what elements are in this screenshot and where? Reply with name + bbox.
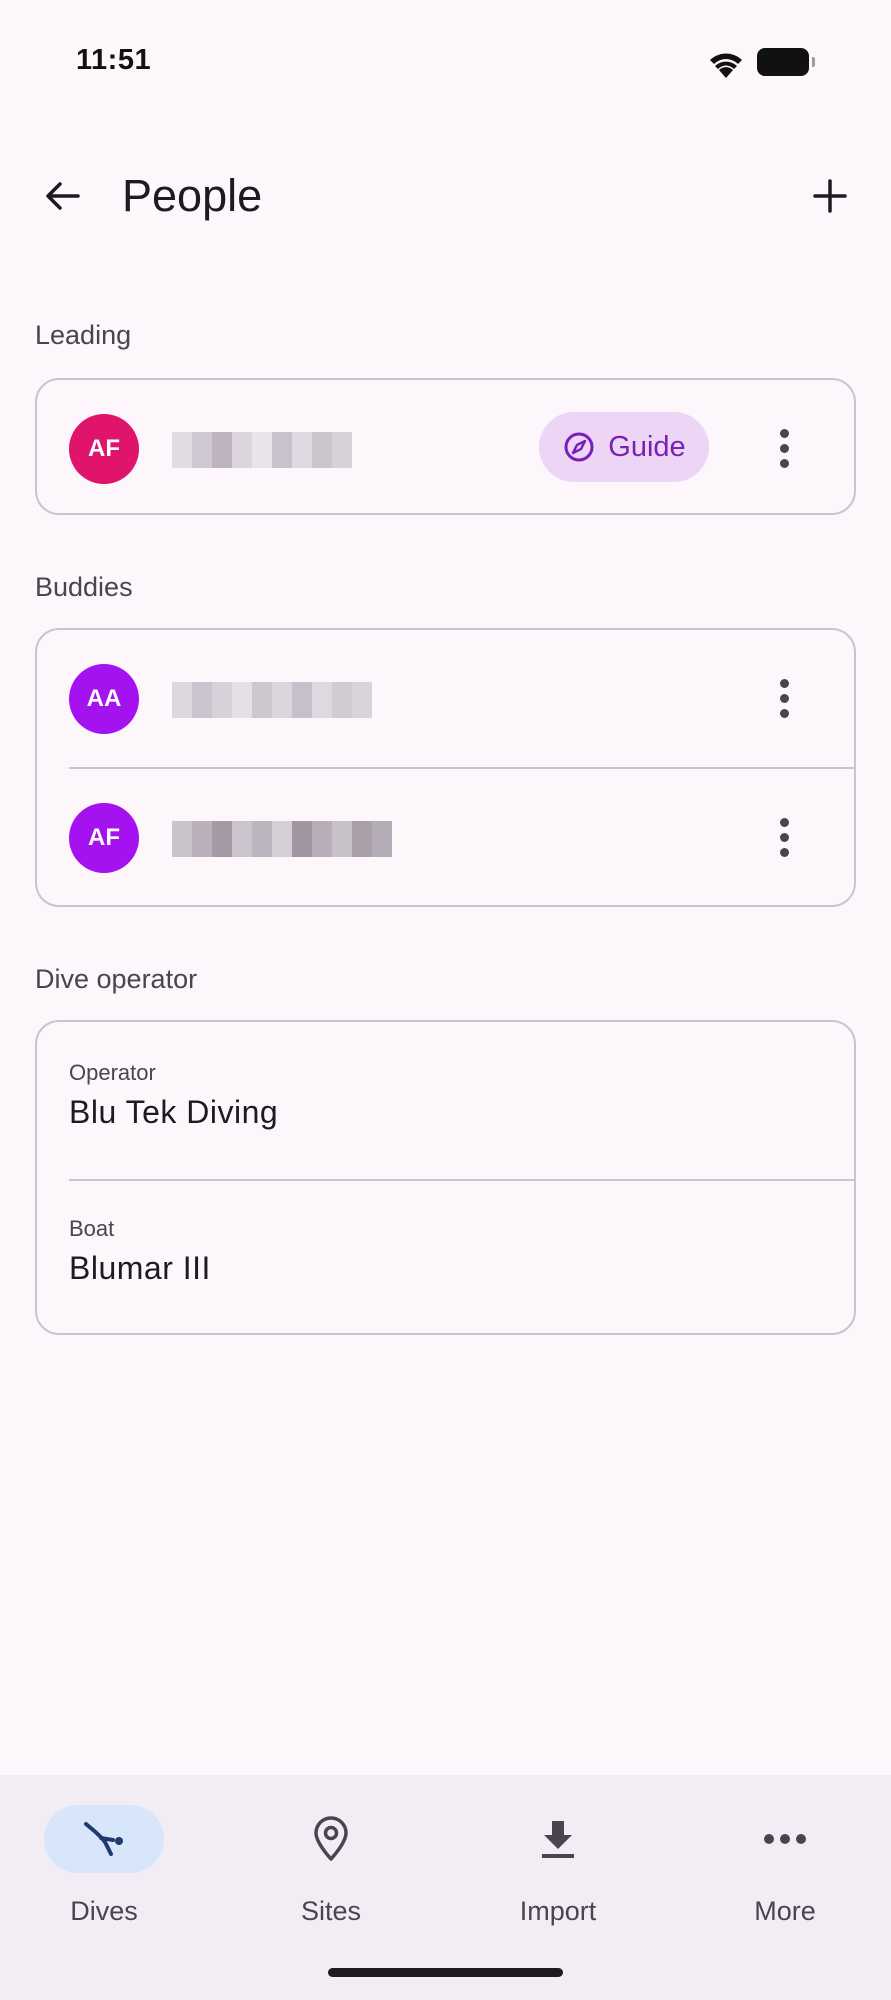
more-horizontal-icon [764,1834,806,1844]
app-bar: People [0,150,891,240]
add-person-button[interactable] [794,160,866,232]
leading-person-row[interactable]: AF Guide [37,380,854,517]
operator-label: Operator [69,1060,156,1085]
boat-label: Boat [69,1216,115,1241]
buddy-row[interactable]: AF [37,769,854,906]
nav-label-import: Import [519,1896,597,1926]
plus-icon [813,179,847,213]
avatar: AF [69,414,139,484]
avatar: AA [69,664,139,734]
nav-label-sites: Sites [300,1896,362,1926]
status-time: 11:51 [76,44,152,76]
nav-label-dives: Dives [70,1896,138,1926]
operator-field[interactable]: Operator Blu Tek Diving [37,1022,854,1180]
boat-value: Blumar III [69,1250,211,1286]
redacted-name [172,432,352,468]
battery-icon [757,48,815,76]
boat-field[interactable]: Boat Blumar III [37,1180,854,1338]
more-options-button[interactable] [774,807,794,867]
more-vertical-icon [779,678,789,688]
redacted-name [172,821,392,857]
guide-chip-label: Guide [608,430,686,463]
buddies-card: AA AF [35,628,856,907]
nav-item-dives[interactable]: Dives [0,1800,200,1930]
leading-section-header: Leading [35,320,132,350]
buddies-section-header: Buddies [35,572,133,602]
nav-label-more: More [754,1896,816,1926]
diver-icon [84,1822,123,1856]
leading-card: AF Guide [35,378,856,515]
status-bar: 11:51 [0,0,891,120]
buddy-row[interactable]: AA [37,630,854,767]
download-icon [542,1821,574,1858]
guide-role-chip[interactable]: Guide [539,412,709,482]
bottom-navigation: Dives Sites Import More [0,1775,891,2000]
back-button[interactable] [26,160,98,232]
more-options-button[interactable] [774,418,794,478]
location-pin-icon [314,1816,348,1861]
more-options-button[interactable] [774,668,794,728]
dive-operator-section-header: Dive operator [35,964,198,994]
home-indicator[interactable] [328,1968,563,1977]
wifi-icon [710,53,742,78]
compass-icon [564,432,594,462]
nav-item-more[interactable]: More [681,1800,881,1930]
screen: 11:51 People Leading AF Guide Buddies AA… [0,0,891,2000]
operator-value: Blu Tek Diving [69,1094,279,1130]
arrow-back-icon [46,182,80,210]
more-vertical-icon [779,817,789,827]
more-vertical-icon [779,428,789,438]
dive-operator-card: Operator Blu Tek Diving Boat Blumar III [35,1020,856,1335]
nav-item-sites[interactable]: Sites [227,1800,427,1930]
avatar: AF [69,803,139,873]
redacted-name [172,682,372,718]
page-title: People [122,170,263,221]
nav-active-indicator [44,1805,164,1873]
nav-item-import[interactable]: Import [454,1800,654,1930]
